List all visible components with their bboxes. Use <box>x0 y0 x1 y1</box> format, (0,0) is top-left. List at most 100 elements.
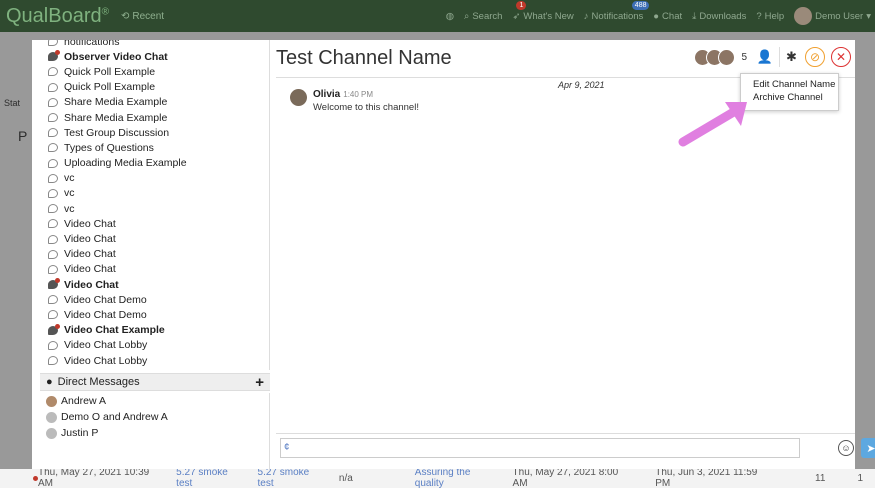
user-avatar <box>794 7 813 25</box>
gear-icon[interactable]: ✱ <box>779 47 799 67</box>
add-member-icon[interactable]: 👤 <box>753 47 773 67</box>
direct-message-list: Andrew A Demo O and Andrew A Justin P <box>40 393 270 469</box>
channel-item[interactable]: Video Chat <box>40 216 269 231</box>
channel-label: Observer Video Chat <box>64 50 168 63</box>
channel-label: Video Chat Lobby <box>64 339 148 352</box>
dm-name: Demo O and Andrew A <box>61 411 168 423</box>
add-direct-message-button[interactable]: + <box>255 374 264 391</box>
row-end: Thu, Jun 3, 2021 11:59 PM <box>655 467 758 488</box>
nav-search[interactable]: ⌕ Search <box>464 11 502 22</box>
avatar <box>46 411 57 423</box>
channel-label: Quick Poll Example <box>64 65 156 78</box>
channel-item[interactable]: vc <box>40 186 269 201</box>
channel-item[interactable]: Observer Video Chat <box>40 49 269 64</box>
channel-item[interactable]: Video Chat Lobby <box>40 338 269 353</box>
chat-bubble-icon <box>48 67 58 77</box>
direct-messages-header: ● Direct Messages + <box>40 373 270 391</box>
edit-channel-name-item[interactable]: Edit Channel Name <box>741 78 838 91</box>
channel-item[interactable]: Video Chat Example <box>40 323 269 338</box>
channel-title: Test Channel Name <box>276 47 452 69</box>
direct-messages-title: Direct Messages <box>57 376 140 388</box>
row-link[interactable]: 5.27 smoke test <box>176 467 245 488</box>
nav-help[interactable]: ? Help <box>756 11 784 22</box>
caret-down-icon: ▾ <box>866 10 871 22</box>
nav-user-menu[interactable]: Demo User ▾ <box>794 7 871 25</box>
channel-label: Quick Poll Example <box>64 81 156 94</box>
chat-bubble-icon <box>48 143 58 153</box>
channel-label: Video Chat <box>64 263 116 276</box>
channel-label: Video Chat Demo <box>64 293 147 306</box>
channel-item[interactable]: Test Group Discussion <box>40 125 269 140</box>
top-navbar: QualBoard® ⟲ Recent ◍ ⌕ Search ➶ 1 What's Ne… <box>0 0 875 32</box>
channel-item[interactable]: Video Chat <box>40 277 269 292</box>
bg-status-dot <box>33 476 38 481</box>
message-area: Apr 9, 2021 Olivia 1:40 PM Welcome to thi… <box>276 79 851 429</box>
chat-bubble-icon <box>48 158 58 168</box>
message-input[interactable] <box>280 438 800 458</box>
channel-label: Video Chat <box>64 278 119 291</box>
nav-notifications[interactable]: ♪ 488 Notifications <box>584 0 650 22</box>
bg-table-row[interactable]: Thu, May 27, 2021 10:39 AM 5.27 smoke te… <box>0 467 875 488</box>
channel-label: Video Chat <box>64 217 116 230</box>
channel-item[interactable]: Share Media Example <box>40 95 269 110</box>
dm-item[interactable]: Justin P <box>40 425 269 441</box>
chat-bubble-icon <box>48 188 58 198</box>
channel-item[interactable]: Types of Questions <box>40 140 269 155</box>
channel-label: Video Chat Example <box>64 324 165 337</box>
chat-bubble-icon <box>48 128 58 138</box>
chat-bubble-icon <box>48 278 60 290</box>
channel-item[interactable]: Video Chat Lobby <box>40 353 269 368</box>
channel-item[interactable]: Video Chat <box>40 262 269 277</box>
logo-mark: ® <box>101 5 109 17</box>
avatar <box>290 89 307 106</box>
channel-item[interactable]: Video Chat <box>40 231 269 246</box>
nav-right-group: ◍ ⌕ Search ➶ 1 What's New ♪ 488 Notifications… <box>446 0 871 32</box>
channel-label: Types of Questions <box>64 141 154 154</box>
channel-item[interactable]: Video Chat <box>40 247 269 262</box>
dm-name: Justin P <box>61 427 99 439</box>
close-icon[interactable]: ✕ <box>831 47 851 67</box>
chat-bubble-icon <box>48 295 58 305</box>
mute-icon[interactable]: ⊘ <box>805 47 825 67</box>
logo-text: QualBoard <box>6 4 102 27</box>
dm-item[interactable]: Demo O and Andrew A <box>40 409 269 425</box>
recent-link[interactable]: ⟲ Recent <box>121 11 164 22</box>
pointer-arrow-annotation <box>678 102 747 147</box>
send-button[interactable]: ➤ <box>861 438 875 458</box>
chat-bubble-icon <box>48 97 58 107</box>
chat-bubble-icon <box>48 40 58 47</box>
channel-label: Video Chat Demo <box>64 308 147 321</box>
channel-item[interactable]: Quick Poll Example <box>40 64 269 79</box>
nav-chat[interactable]: ● Chat <box>653 11 682 22</box>
channel-item[interactable]: vc <box>40 201 269 216</box>
nav-downloads[interactable]: ⤓ Downloads <box>692 11 746 22</box>
channel-label: Video Chat Lobby <box>64 354 148 367</box>
channel-item[interactable]: vc <box>40 171 269 186</box>
chat-bubble-icon <box>48 82 58 92</box>
dm-item[interactable]: Andrew A <box>40 393 269 409</box>
row-project-link[interactable]: Assuring the quality <box>415 467 501 488</box>
channel-item[interactable]: Quick Poll Example <box>40 80 269 95</box>
channel-item[interactable]: Uploading Media Example <box>40 156 269 171</box>
emoji-icon[interactable]: ☺ <box>838 440 854 456</box>
channel-item[interactable]: Video Chat Demo <box>40 292 269 307</box>
channel-item[interactable]: notifications <box>40 40 269 49</box>
channel-item[interactable]: video chat pt 2 <box>40 368 269 371</box>
channel-list[interactable]: notifications Observer Video Chat Quick Po… <box>40 40 270 370</box>
message: Olivia 1:40 PM Welcome to this channel! <box>290 89 419 113</box>
channel-item[interactable]: Video Chat Demo <box>40 307 269 322</box>
app-logo[interactable]: QualBoard® <box>0 5 109 28</box>
chat-bubble-icon <box>48 234 58 244</box>
nav-user-label: Demo User <box>815 10 864 22</box>
nav-whats-new[interactable]: ➶ 1 What's New <box>512 0 574 22</box>
nav-whats-new-label: What's New <box>523 10 574 22</box>
person-icon: ● <box>46 376 53 388</box>
member-avatars[interactable] <box>694 48 736 66</box>
row-link-2[interactable]: 5.27 smoke test <box>258 467 327 488</box>
globe-icon[interactable]: ◍ <box>446 11 454 22</box>
channel-label: Video Chat <box>64 248 116 261</box>
channel-item[interactable]: Share Media Example <box>40 110 269 125</box>
row-date: Thu, May 27, 2021 10:39 AM <box>38 467 150 488</box>
member-count: 5 <box>741 51 747 63</box>
nav-chat-label: Chat <box>662 10 683 22</box>
